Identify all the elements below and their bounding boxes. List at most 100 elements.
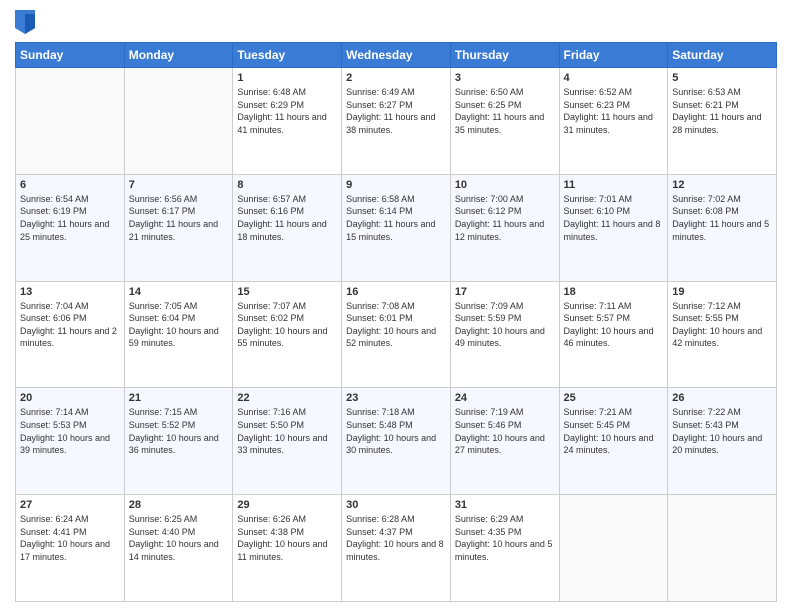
day-number: 13 bbox=[20, 286, 120, 298]
day-info: Sunrise: 7:08 AM Sunset: 6:01 PM Dayligh… bbox=[346, 300, 446, 350]
day-number: 20 bbox=[20, 392, 120, 404]
day-info: Sunrise: 7:02 AM Sunset: 6:08 PM Dayligh… bbox=[672, 193, 772, 243]
day-number: 2 bbox=[346, 72, 446, 84]
day-info: Sunrise: 6:56 AM Sunset: 6:17 PM Dayligh… bbox=[129, 193, 229, 243]
day-number: 9 bbox=[346, 179, 446, 191]
day-info: Sunrise: 7:04 AM Sunset: 6:06 PM Dayligh… bbox=[20, 300, 120, 350]
day-number: 5 bbox=[672, 72, 772, 84]
day-info: Sunrise: 6:28 AM Sunset: 4:37 PM Dayligh… bbox=[346, 513, 446, 563]
day-info: Sunrise: 7:14 AM Sunset: 5:53 PM Dayligh… bbox=[20, 406, 120, 456]
calendar-header: SundayMondayTuesdayWednesdayThursdayFrid… bbox=[16, 43, 777, 68]
calendar-cell: 17 Sunrise: 7:09 AM Sunset: 5:59 PM Dayli… bbox=[450, 281, 559, 388]
calendar-table: SundayMondayTuesdayWednesdayThursdayFrid… bbox=[15, 42, 777, 602]
calendar-cell: 16Sunrise: 7:08 AM Sunset: 6:01 PM Dayli… bbox=[342, 281, 451, 388]
calendar-cell: 14 Sunrise: 7:05 AM Sunset: 6:04 PM Dayli… bbox=[124, 281, 233, 388]
calendar-cell: 7 Sunrise: 6:56 AM Sunset: 6:17 PM Daylig… bbox=[124, 174, 233, 281]
day-info: Sunrise: 7:18 AM Sunset: 5:48 PM Dayligh… bbox=[346, 406, 446, 456]
calendar-body: 1 Sunrise: 6:48 AM Sunset: 6:29 PM Daylig… bbox=[16, 68, 777, 602]
day-info: Sunrise: 7:05 AM Sunset: 6:04 PM Dayligh… bbox=[129, 300, 229, 350]
day-info: Sunrise: 6:29 AM Sunset: 4:35 PM Dayligh… bbox=[455, 513, 555, 563]
day-header-saturday: Saturday bbox=[668, 43, 777, 68]
day-number: 30 bbox=[346, 499, 446, 511]
day-info: Sunrise: 7:07 AM Sunset: 6:02 PM Dayligh… bbox=[237, 300, 337, 350]
day-number: 1 bbox=[237, 72, 337, 84]
calendar-cell: 12Sunrise: 7:02 AM Sunset: 6:08 PM Dayli… bbox=[668, 174, 777, 281]
calendar-cell: 24 Sunrise: 7:19 AM Sunset: 5:46 PM Dayli… bbox=[450, 388, 559, 495]
calendar-cell: 4Sunrise: 6:52 AM Sunset: 6:23 PM Daylig… bbox=[559, 68, 668, 175]
calendar-cell: 26 Sunrise: 7:22 AM Sunset: 5:43 PM Dayli… bbox=[668, 388, 777, 495]
calendar-cell: 18 Sunrise: 7:11 AM Sunset: 5:57 PM Dayli… bbox=[559, 281, 668, 388]
days-of-week-row: SundayMondayTuesdayWednesdayThursdayFrid… bbox=[16, 43, 777, 68]
calendar-cell: 28 Sunrise: 6:25 AM Sunset: 4:40 PM Dayli… bbox=[124, 495, 233, 602]
calendar-cell: 31 Sunrise: 6:29 AM Sunset: 4:35 PM Dayli… bbox=[450, 495, 559, 602]
calendar-cell: 5 Sunrise: 6:53 AM Sunset: 6:21 PM Daylig… bbox=[668, 68, 777, 175]
day-number: 25 bbox=[564, 392, 664, 404]
calendar-cell: 30 Sunrise: 6:28 AM Sunset: 4:37 PM Dayli… bbox=[342, 495, 451, 602]
day-info: Sunrise: 6:57 AM Sunset: 6:16 PM Dayligh… bbox=[237, 193, 337, 243]
day-number: 7 bbox=[129, 179, 229, 191]
day-number: 19 bbox=[672, 286, 772, 298]
day-header-sunday: Sunday bbox=[16, 43, 125, 68]
calendar-cell: 2Sunrise: 6:49 AM Sunset: 6:27 PM Daylig… bbox=[342, 68, 451, 175]
day-info: Sunrise: 6:48 AM Sunset: 6:29 PM Dayligh… bbox=[237, 86, 337, 136]
day-info: Sunrise: 6:26 AM Sunset: 4:38 PM Dayligh… bbox=[237, 513, 337, 563]
day-number: 21 bbox=[129, 392, 229, 404]
calendar-cell: 19Sunrise: 7:12 AM Sunset: 5:55 PM Dayli… bbox=[668, 281, 777, 388]
day-number: 22 bbox=[237, 392, 337, 404]
calendar-cell: 9 Sunrise: 6:58 AM Sunset: 6:14 PM Daylig… bbox=[342, 174, 451, 281]
day-info: Sunrise: 7:22 AM Sunset: 5:43 PM Dayligh… bbox=[672, 406, 772, 456]
week-row-1: 1 Sunrise: 6:48 AM Sunset: 6:29 PM Daylig… bbox=[16, 68, 777, 175]
day-info: Sunrise: 6:50 AM Sunset: 6:25 PM Dayligh… bbox=[455, 86, 555, 136]
calendar-cell: 10 Sunrise: 7:00 AM Sunset: 6:12 PM Dayli… bbox=[450, 174, 559, 281]
day-number: 10 bbox=[455, 179, 555, 191]
day-info: Sunrise: 7:01 AM Sunset: 6:10 PM Dayligh… bbox=[564, 193, 664, 243]
day-info: Sunrise: 7:00 AM Sunset: 6:12 PM Dayligh… bbox=[455, 193, 555, 243]
day-info: Sunrise: 6:24 AM Sunset: 4:41 PM Dayligh… bbox=[20, 513, 120, 563]
calendar-cell: 8Sunrise: 6:57 AM Sunset: 6:16 PM Daylig… bbox=[233, 174, 342, 281]
day-number: 18 bbox=[564, 286, 664, 298]
calendar-cell: 20 Sunrise: 7:14 AM Sunset: 5:53 PM Dayli… bbox=[16, 388, 125, 495]
logo-icon bbox=[15, 10, 35, 34]
day-number: 24 bbox=[455, 392, 555, 404]
calendar-cell: 23 Sunrise: 7:18 AM Sunset: 5:48 PM Dayli… bbox=[342, 388, 451, 495]
calendar-cell: 11Sunrise: 7:01 AM Sunset: 6:10 PM Dayli… bbox=[559, 174, 668, 281]
day-number: 28 bbox=[129, 499, 229, 511]
day-number: 26 bbox=[672, 392, 772, 404]
week-row-2: 6 Sunrise: 6:54 AM Sunset: 6:19 PM Daylig… bbox=[16, 174, 777, 281]
day-header-tuesday: Tuesday bbox=[233, 43, 342, 68]
logo bbox=[15, 10, 37, 34]
day-number: 29 bbox=[237, 499, 337, 511]
calendar-cell bbox=[668, 495, 777, 602]
day-number: 3 bbox=[455, 72, 555, 84]
header bbox=[15, 10, 777, 34]
day-number: 23 bbox=[346, 392, 446, 404]
page: SundayMondayTuesdayWednesdayThursdayFrid… bbox=[0, 0, 792, 612]
day-number: 27 bbox=[20, 499, 120, 511]
week-row-4: 20 Sunrise: 7:14 AM Sunset: 5:53 PM Dayli… bbox=[16, 388, 777, 495]
day-number: 17 bbox=[455, 286, 555, 298]
calendar-cell: 3 Sunrise: 6:50 AM Sunset: 6:25 PM Daylig… bbox=[450, 68, 559, 175]
day-info: Sunrise: 6:25 AM Sunset: 4:40 PM Dayligh… bbox=[129, 513, 229, 563]
day-info: Sunrise: 7:11 AM Sunset: 5:57 PM Dayligh… bbox=[564, 300, 664, 350]
day-info: Sunrise: 6:53 AM Sunset: 6:21 PM Dayligh… bbox=[672, 86, 772, 136]
day-info: Sunrise: 7:19 AM Sunset: 5:46 PM Dayligh… bbox=[455, 406, 555, 456]
calendar-cell: 21 Sunrise: 7:15 AM Sunset: 5:52 PM Dayli… bbox=[124, 388, 233, 495]
day-header-wednesday: Wednesday bbox=[342, 43, 451, 68]
day-info: Sunrise: 7:09 AM Sunset: 5:59 PM Dayligh… bbox=[455, 300, 555, 350]
calendar-cell: 29 Sunrise: 6:26 AM Sunset: 4:38 PM Dayli… bbox=[233, 495, 342, 602]
day-info: Sunrise: 7:21 AM Sunset: 5:45 PM Dayligh… bbox=[564, 406, 664, 456]
calendar-cell: 27 Sunrise: 6:24 AM Sunset: 4:41 PM Dayli… bbox=[16, 495, 125, 602]
day-info: Sunrise: 6:58 AM Sunset: 6:14 PM Dayligh… bbox=[346, 193, 446, 243]
day-number: 14 bbox=[129, 286, 229, 298]
day-info: Sunrise: 6:54 AM Sunset: 6:19 PM Dayligh… bbox=[20, 193, 120, 243]
calendar-cell: 6 Sunrise: 6:54 AM Sunset: 6:19 PM Daylig… bbox=[16, 174, 125, 281]
calendar-cell bbox=[16, 68, 125, 175]
day-header-monday: Monday bbox=[124, 43, 233, 68]
week-row-5: 27 Sunrise: 6:24 AM Sunset: 4:41 PM Dayli… bbox=[16, 495, 777, 602]
calendar-cell: 13 Sunrise: 7:04 AM Sunset: 6:06 PM Dayli… bbox=[16, 281, 125, 388]
day-number: 4 bbox=[564, 72, 664, 84]
day-number: 6 bbox=[20, 179, 120, 191]
day-info: Sunrise: 7:15 AM Sunset: 5:52 PM Dayligh… bbox=[129, 406, 229, 456]
calendar-cell: 15Sunrise: 7:07 AM Sunset: 6:02 PM Dayli… bbox=[233, 281, 342, 388]
day-number: 31 bbox=[455, 499, 555, 511]
